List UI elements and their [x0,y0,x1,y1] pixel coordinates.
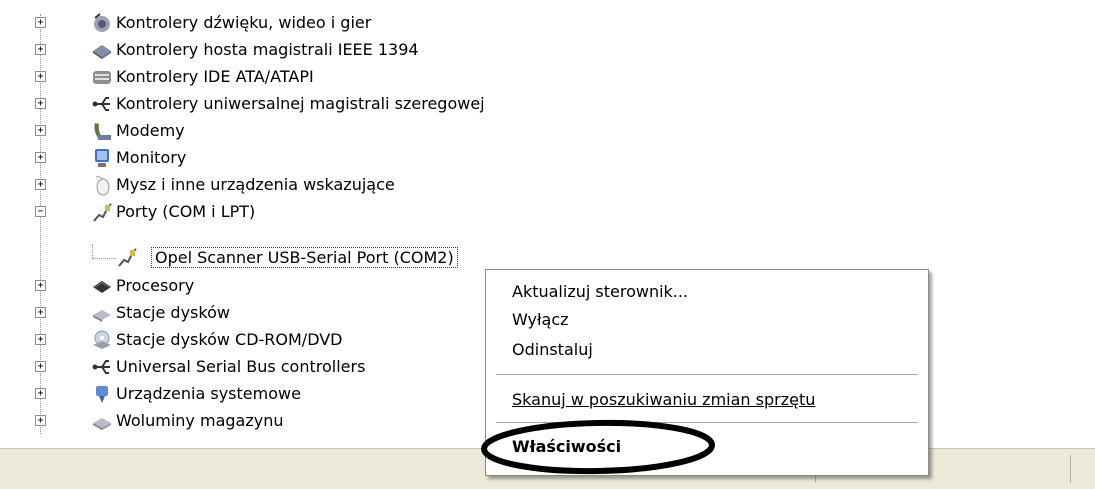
expand-icon[interactable]: + [35,17,46,28]
menu-separator [496,422,918,423]
tree-node-label: Urządzenia systemowe [116,384,301,403]
tree-node-label: Monitory [116,148,187,167]
port-icon [91,201,113,223]
floppy-drive-icon [91,302,113,324]
menu-item-uninstall[interactable]: Odinstaluj [512,340,593,359]
tree-line [92,258,116,259]
expand-icon[interactable]: + [35,71,46,82]
tree-node-label: Kontrolery uniwersalnej magistrali szere… [116,94,485,113]
tree-node-label: Stacje dysków [116,303,230,322]
tree-node-label: Stacje dysków CD-ROM/DVD [116,330,343,349]
mouse-icon [91,174,113,196]
tree-node-label: Universal Serial Bus controllers [116,357,366,376]
storage-volume-icon [91,410,113,432]
usb-icon [91,93,113,115]
expand-icon[interactable]: + [35,98,46,109]
expand-icon[interactable]: + [35,361,46,372]
expand-icon[interactable]: + [35,334,46,345]
system-device-icon [91,383,113,405]
menu-separator [496,374,918,375]
tree-node-label: Porty (COM i LPT) [116,202,256,221]
menu-item-scan-hardware[interactable]: Skanuj w poszukiwaniu zmian sprzętu [512,390,815,409]
expand-icon[interactable]: + [35,280,46,291]
expand-icon[interactable]: + [35,307,46,318]
expand-icon[interactable]: + [35,179,46,190]
usb-icon [91,356,113,378]
expand-icon[interactable]: + [35,388,46,399]
expand-icon[interactable]: + [35,125,46,136]
menu-item-properties[interactable]: Właściwości [512,437,621,456]
modem-icon [91,120,113,142]
tree-line [92,244,93,258]
menu-item-update-driver[interactable]: Aktualizuj sterownik... [512,282,688,301]
tree-node-label: Kontrolery hosta magistrali IEEE 1394 [116,40,419,59]
expand-icon[interactable]: + [35,152,46,163]
tree-node-label: Procesory [116,276,195,295]
context-menu: Aktualizuj sterownik... Wyłącz Odinstalu… [485,269,929,476]
status-pane [1070,455,1095,483]
cdrom-icon [91,329,113,351]
expand-icon[interactable]: + [35,415,46,426]
sound-icon [91,12,113,34]
menu-item-disable[interactable]: Wyłącz [512,310,569,329]
tree-node-label: Woluminy magazynu [116,411,284,430]
ide-controller-icon [91,66,113,88]
port-icon [116,246,138,268]
monitor-icon [91,147,113,169]
ieee1394-icon [91,39,113,61]
tree-node-label: Kontrolery dźwięku, wideo i gier [116,13,372,32]
collapse-icon[interactable]: − [35,206,46,217]
tree-node-label: Modemy [116,121,185,140]
expand-icon[interactable]: + [35,44,46,55]
tree-node-label: Mysz i inne urządzenia wskazujące [116,175,395,194]
processor-icon [91,275,113,297]
tree-node-label: Opel Scanner USB-Serial Port (COM2) [151,247,458,268]
tree-node-label: Kontrolery IDE ATA/ATAPI [116,67,314,86]
